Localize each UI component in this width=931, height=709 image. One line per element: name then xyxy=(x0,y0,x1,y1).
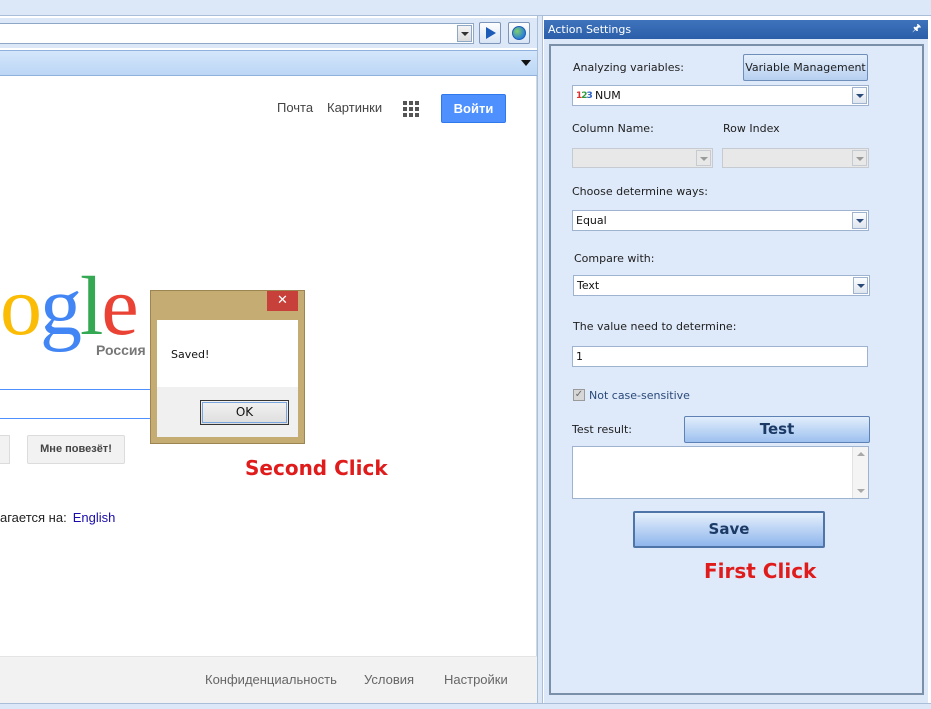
logo-region-label: Россия xyxy=(96,342,146,358)
chevron-down-icon xyxy=(461,32,469,36)
row-index-select[interactable] xyxy=(722,148,869,168)
browser-tab-bar xyxy=(0,50,537,76)
scroll-up-icon[interactable] xyxy=(857,452,865,456)
test-result-label: Test result: xyxy=(572,423,632,436)
chevron-down-icon xyxy=(700,157,708,161)
play-icon xyxy=(486,27,496,39)
lucky-button[interactable]: Мне повезёт! xyxy=(27,435,125,464)
signin-button[interactable]: Войти xyxy=(441,94,506,123)
pin-icon[interactable]: 🖈 xyxy=(912,23,922,35)
address-input[interactable] xyxy=(0,23,474,44)
second-click-annotation: Second Click xyxy=(245,456,388,480)
apps-grid-icon[interactable] xyxy=(403,101,419,117)
case-sensitive-label: Not case-sensitive xyxy=(589,389,690,402)
dialog-ok-button[interactable]: OK xyxy=(200,400,289,425)
go-button[interactable] xyxy=(479,22,501,44)
scroll-down-icon[interactable] xyxy=(857,489,865,493)
determine-ways-select[interactable]: Equal xyxy=(572,210,869,231)
value-input-text: 1 xyxy=(576,350,583,363)
search-button[interactable] xyxy=(0,435,10,464)
address-dropdown-button[interactable] xyxy=(457,25,472,42)
chevron-down-icon xyxy=(856,219,864,223)
result-scrollbar[interactable] xyxy=(852,447,868,498)
compare-with-select[interactable]: Text xyxy=(573,275,870,296)
test-result-area[interactable] xyxy=(572,446,869,499)
globe-icon xyxy=(512,26,526,40)
column-name-label: Column Name: xyxy=(572,122,654,135)
variable-select-dropdown[interactable] xyxy=(852,87,867,104)
footer-settings-link[interactable]: Настройки xyxy=(444,672,508,687)
status-strip xyxy=(0,703,931,709)
determine-ways-label: Choose determine ways: xyxy=(572,185,708,198)
number-icon: 123 xyxy=(576,91,593,101)
top-toolbar-strip xyxy=(0,0,931,16)
mail-link[interactable]: Почта xyxy=(277,100,313,115)
variable-select-value: NUM xyxy=(595,89,621,102)
save-button[interactable]: Save xyxy=(633,511,825,548)
dialog-message: Saved! xyxy=(171,348,210,361)
browser-globe-button[interactable] xyxy=(508,22,530,44)
row-index-label: Row Index xyxy=(723,122,780,135)
footer-terms-link[interactable]: Условия xyxy=(364,672,414,687)
column-name-dropdown[interactable] xyxy=(696,150,711,166)
search-input[interactable] xyxy=(0,389,151,419)
determine-ways-dropdown[interactable] xyxy=(852,212,867,229)
first-click-annotation: First Click xyxy=(704,559,817,583)
compare-with-label: Compare with: xyxy=(574,252,655,265)
language-english-link[interactable]: English xyxy=(73,510,116,525)
panel-title: Action Settings xyxy=(544,20,928,39)
chevron-down-icon xyxy=(857,284,865,288)
chevron-down-icon xyxy=(856,157,864,161)
panel-splitter[interactable] xyxy=(537,16,543,703)
test-button[interactable]: Test xyxy=(684,416,870,443)
row-index-dropdown[interactable] xyxy=(852,150,867,166)
chevron-down-icon xyxy=(856,94,864,98)
compare-with-dropdown[interactable] xyxy=(853,277,868,294)
variable-management-button[interactable]: Variable Management xyxy=(743,54,868,81)
value-label: The value need to determine: xyxy=(573,320,737,333)
compare-with-value: Text xyxy=(577,279,600,292)
dialog-close-button[interactable]: ✕ xyxy=(267,291,298,311)
language-offer-text: агается на: xyxy=(0,510,67,525)
footer-privacy-link[interactable]: Конфиденциальность xyxy=(205,672,337,687)
case-sensitive-checkbox[interactable]: ✓ xyxy=(573,389,585,401)
value-input[interactable]: 1 xyxy=(572,346,868,367)
images-link[interactable]: Картинки xyxy=(327,100,382,115)
google-logo: ogle xyxy=(0,260,139,353)
analyzing-variables-label: Analyzing variables: xyxy=(573,61,684,74)
language-offer: агается на: English xyxy=(0,510,115,525)
tab-menu-arrow-icon[interactable] xyxy=(521,60,531,66)
panel-content xyxy=(549,44,924,695)
variable-select[interactable]: 123 NUM xyxy=(572,85,869,106)
determine-ways-value: Equal xyxy=(576,214,607,227)
column-name-select[interactable] xyxy=(572,148,713,168)
